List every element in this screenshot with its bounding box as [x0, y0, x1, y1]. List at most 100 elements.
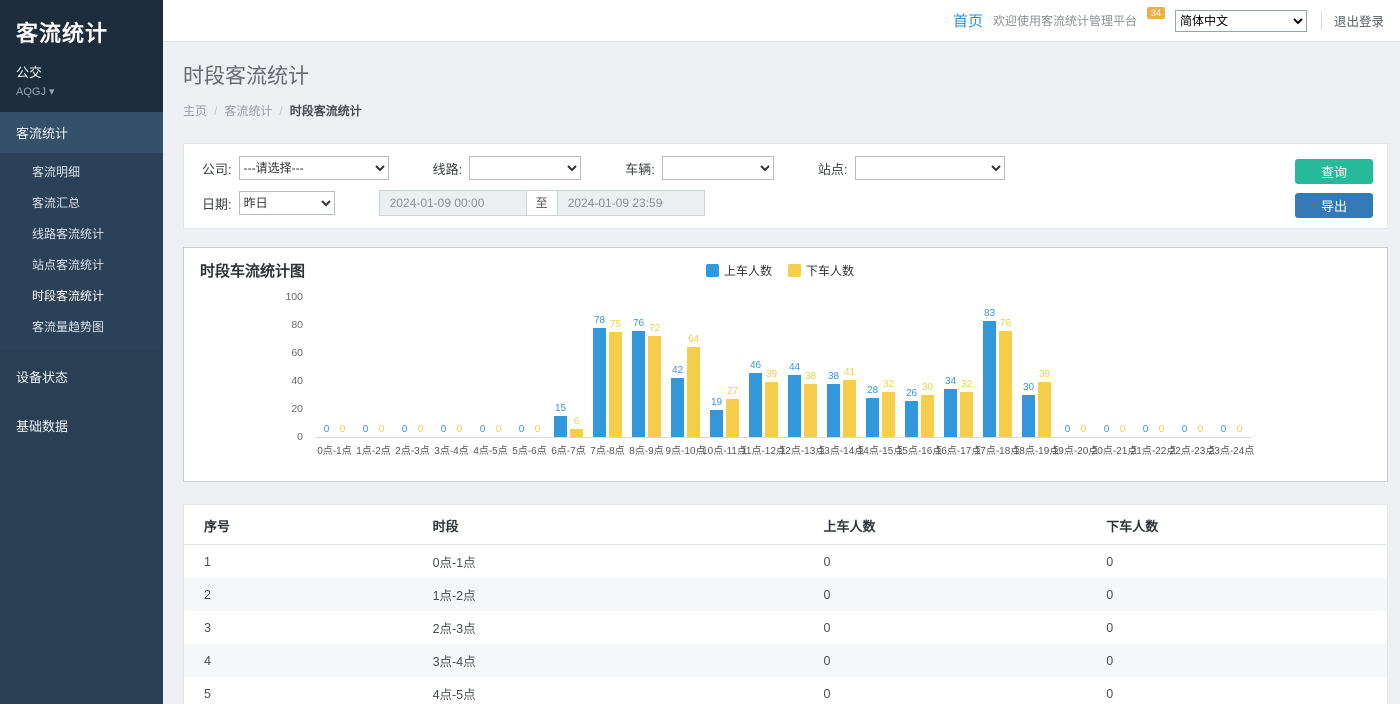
chart-panel[interactable]: 时段车流统计图 上车人数 下车人数 020406080100 00	[183, 247, 1388, 482]
bar-上车人数: 44	[788, 375, 801, 437]
sidebar-item-passenger-detail[interactable]: 客流明细	[0, 156, 163, 187]
notification-badge: 34	[1147, 7, 1165, 19]
export-button[interactable]: 导出	[1295, 193, 1373, 218]
bar-value-label: 0	[379, 424, 385, 435]
bar-value-label: 27	[727, 386, 738, 397]
bar-value-label: 41	[844, 367, 855, 378]
y-axis-tick: 60	[291, 347, 303, 359]
bar-group: 0020点-21点	[1095, 297, 1134, 457]
vehicle-filter: 车辆:	[625, 156, 774, 180]
sidebar-item-line-stats[interactable]: 线路客流统计	[0, 218, 163, 249]
bar-value-label: 46	[750, 360, 761, 371]
company-label: 公司:	[202, 159, 232, 178]
date-preset-select[interactable]: 昨日	[239, 191, 335, 215]
caret-down-icon: ▾	[49, 86, 55, 98]
bar-group: 837617点-18点	[978, 297, 1017, 457]
bar-value-label: 0	[1198, 424, 1204, 435]
date-range: 至	[379, 190, 705, 216]
legend-label: 下车人数	[806, 262, 854, 279]
legend-swatch	[788, 264, 801, 277]
bar-group: 283214点-15点	[861, 297, 900, 457]
table-cell: 1点-2点	[413, 578, 804, 611]
table-cell: 4点-5点	[413, 677, 804, 704]
legend-label: 上车人数	[724, 262, 772, 279]
date-start-input[interactable]	[379, 190, 527, 216]
table-row: 32点-3点00	[184, 611, 1387, 644]
filter-row-2: 日期: 昨日 至	[202, 190, 1369, 216]
sidebar-section-device-status[interactable]: 设备状态	[0, 354, 163, 399]
bar-value-label: 0	[1120, 424, 1126, 435]
table-header-alighting: 下车人数	[1086, 505, 1387, 545]
sidebar-nav: 客流统计 客流明细 客流汇总 线路客流统计 站点客流统计 时段客流统计 客流量趋…	[0, 112, 163, 448]
bar-group: 443812点-13点	[783, 297, 822, 457]
station-select[interactable]	[855, 156, 1005, 180]
breadcrumb-passenger-stats[interactable]: 客流统计	[224, 104, 272, 118]
bar-group: 002点-3点	[393, 297, 432, 457]
sidebar-section-base-data[interactable]: 基础数据	[0, 403, 163, 448]
app-logo[interactable]: 客流统计	[16, 16, 147, 48]
breadcrumb-separator: /	[214, 104, 217, 118]
bar-group: 0021点-22点	[1134, 297, 1173, 457]
user-menu[interactable]: AQGJ ▾	[16, 85, 147, 98]
chart-inner: 时段车流统计图 上车人数 下车人数 020406080100 00	[184, 248, 1388, 482]
bar-value-label: 42	[672, 365, 683, 376]
bar-value-label: 0	[535, 424, 541, 435]
language-select[interactable]: 简体中文	[1175, 10, 1307, 32]
sidebar-item-station-stats[interactable]: 站点客流统计	[0, 249, 163, 280]
bar-value-label: 0	[363, 424, 369, 435]
org-name: 公交	[16, 62, 147, 81]
bar-group: 003点-4点	[432, 297, 471, 457]
logout-link[interactable]: 退出登录	[1321, 11, 1384, 30]
bar-value-label: 19	[711, 397, 722, 408]
bar-下车人数: 32	[960, 392, 973, 437]
line-filter: 线路:	[433, 156, 582, 180]
vehicle-select[interactable]	[662, 156, 774, 180]
category-label: 7点-8点	[590, 442, 624, 457]
table-row: 54点-5点00	[184, 677, 1387, 704]
bar-value-label: 0	[1143, 424, 1149, 435]
filter-row-1: 公司: ---请选择--- 线路: 车辆: 站点:	[202, 156, 1369, 180]
bar-value-label: 0	[457, 424, 463, 435]
sidebar-item-timeslot-stats[interactable]: 时段客流统计	[0, 280, 163, 311]
legend-item-boarding[interactable]: 上车人数	[706, 262, 772, 279]
bar-value-label: 83	[984, 308, 995, 319]
station-label: 站点:	[818, 159, 848, 178]
station-filter: 站点:	[818, 156, 1005, 180]
date-label: 日期:	[202, 194, 232, 213]
bar-value-label: 32	[961, 379, 972, 390]
sidebar-item-trend-chart[interactable]: 客流量趋势图	[0, 311, 163, 342]
category-label: 2点-3点	[395, 442, 429, 457]
bar-下车人数: 76	[999, 331, 1012, 437]
company-select[interactable]: ---请选择---	[239, 156, 389, 180]
bar-下车人数: 39	[765, 382, 778, 437]
bar-value-label: 34	[945, 376, 956, 387]
legend-swatch	[706, 264, 719, 277]
category-label: 9点-10点	[666, 442, 706, 457]
date-end-input[interactable]	[557, 190, 705, 216]
bar-上车人数: 76	[632, 331, 645, 437]
sidebar-section-passenger-stats[interactable]: 客流统计	[0, 112, 163, 153]
search-button[interactable]: 查询	[1295, 159, 1373, 184]
table-header-timeslot: 时段	[413, 505, 804, 545]
welcome-text: 欢迎使用客流统计管理平台	[993, 12, 1137, 29]
legend-item-alighting[interactable]: 下车人数	[788, 262, 854, 279]
bar-下车人数: 41	[843, 380, 856, 437]
bar-下车人数: 38	[804, 384, 817, 437]
main-column: 首页 欢迎使用客流统计管理平台 34 简体中文 退出登录 时段客流统计 主页/客…	[163, 0, 1400, 704]
table-header-row: 序号 时段 上车人数 下车人数	[184, 505, 1387, 545]
sidebar-item-passenger-summary[interactable]: 客流汇总	[0, 187, 163, 218]
breadcrumb-home[interactable]: 主页	[183, 104, 207, 118]
bar-value-label: 0	[441, 424, 447, 435]
chart-area: 020406080100 000点-1点001点-2点002点-3点003点-4…	[200, 297, 1388, 457]
bar-下车人数: 6	[570, 429, 583, 437]
home-link[interactable]: 首页	[953, 10, 983, 31]
bar-group: 384113点-14点	[822, 297, 861, 457]
bar-group: 463911点-12点	[744, 297, 783, 457]
bar-value-label: 0	[496, 424, 502, 435]
line-select[interactable]	[469, 156, 581, 180]
bar-group: 0022点-23点	[1173, 297, 1212, 457]
table-cell: 3点-4点	[413, 644, 804, 677]
bar-group: 263015点-16点	[900, 297, 939, 457]
bar-上车人数: 42	[671, 378, 684, 437]
user-name: AQGJ	[16, 86, 46, 98]
